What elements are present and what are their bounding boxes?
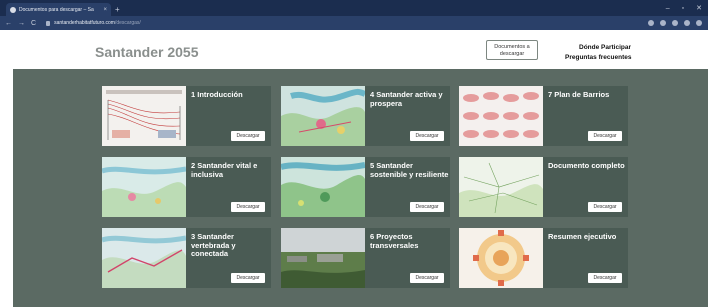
site-header: Santander 2055 Documentos a descargar Dó… (0, 30, 708, 69)
extensions-icon[interactable] (684, 20, 691, 26)
url-host: santanderhabitatfuturo.com (54, 20, 115, 26)
document-title: 7 Plan de Barrios (548, 90, 610, 99)
document-title: 5 Santander sostenible y resiliente (370, 161, 449, 179)
document-title: 2 Santander vital e inclusiva (191, 161, 258, 179)
site-brand[interactable]: Santander 2055 (95, 44, 199, 60)
browser-tab-bar: Documentos para descargar – Sa × + – ▫ ✕ (0, 0, 708, 16)
lock-icon (46, 20, 51, 26)
download-button[interactable]: Descargar (231, 273, 265, 283)
download-button[interactable]: Descargar (231, 131, 265, 141)
maximize-icon[interactable]: ▫ (682, 5, 684, 12)
close-window-icon[interactable]: ✕ (696, 4, 702, 12)
back-arrow-icon[interactable]: ← (5, 20, 12, 27)
document-thumbnail-map (102, 157, 186, 217)
url-path: /descargas/ (114, 20, 141, 26)
profile-icon[interactable] (696, 20, 703, 26)
share-icon[interactable] (660, 20, 667, 26)
tab-title: Documentos para descargar – Sa (19, 6, 94, 13)
document-thumbnail-intro (102, 86, 186, 146)
document-card: Documento completo Descargar (459, 157, 628, 217)
url-text: santanderhabitatfuturo.com/descargas/ (54, 20, 141, 26)
document-thumbnail-map (102, 228, 186, 288)
document-thumbnail-map (281, 157, 365, 217)
document-thumbnail-map (459, 157, 543, 217)
extensions-area (648, 20, 708, 26)
google-icon[interactable] (648, 20, 655, 26)
download-button[interactable]: Descargar (588, 273, 622, 283)
document-title: Resumen ejecutivo (548, 232, 617, 241)
reload-icon[interactable]: C (31, 20, 36, 27)
nav-link-participar[interactable]: Dónde Participar (579, 44, 631, 51)
document-thumbnail-photo (281, 228, 365, 288)
document-title: 3 Santander vertebrada y conectada (191, 232, 236, 258)
forward-arrow-icon[interactable]: → (18, 20, 25, 27)
document-thumbnail-map (281, 86, 365, 146)
window-controls: – ▫ ✕ (666, 0, 708, 16)
document-title: 1 Introducción (191, 90, 243, 99)
url-field[interactable]: santanderhabitatfuturo.com/descargas/ (42, 18, 642, 28)
document-thumbnail-summary (459, 228, 543, 288)
download-button[interactable]: Descargar (410, 202, 444, 212)
favicon-icon (10, 6, 16, 13)
address-bar: ← → C santanderhabitatfuturo.com/descarg… (0, 16, 708, 30)
document-title: 4 Santander activa y prospera (370, 90, 443, 108)
document-title: 6 Proyectos transversales (370, 232, 419, 250)
download-button[interactable]: Descargar (410, 273, 444, 283)
minimize-icon[interactable]: – (666, 5, 670, 12)
document-thumbnail-barrios (459, 86, 543, 146)
document-card: 2 Santander vital e inclusiva Descargar (102, 157, 271, 217)
download-button[interactable]: Descargar (588, 131, 622, 141)
download-button[interactable]: Descargar (588, 202, 622, 212)
document-card: 1 Introducción Descargar (102, 86, 271, 146)
documents-button[interactable]: Documentos a descargar (486, 40, 538, 60)
document-card: 3 Santander vertebrada y conectada Desca… (102, 228, 271, 288)
download-button[interactable]: Descargar (410, 131, 444, 141)
document-card: 7 Plan de Barrios Descargar (459, 86, 628, 146)
document-card: Resumen ejecutivo Descargar (459, 228, 628, 288)
download-button[interactable]: Descargar (231, 202, 265, 212)
nav-link-faq[interactable]: Preguntas frecuentes (565, 54, 631, 61)
star-icon[interactable] (672, 20, 679, 26)
new-tab-button[interactable]: + (115, 3, 120, 16)
browser-tab[interactable]: Documentos para descargar – Sa × (6, 3, 111, 16)
tab-close-icon[interactable]: × (103, 7, 107, 13)
document-card: 6 Proyectos transversales Descargar (281, 228, 450, 288)
document-card: 4 Santander activa y prospera Descargar (281, 86, 450, 146)
document-title: Documento completo (548, 161, 625, 170)
document-card: 5 Santander sostenible y resiliente Desc… (281, 157, 450, 217)
documents-grid: 1 Introducción Descargar 4 Santander act… (13, 69, 708, 307)
